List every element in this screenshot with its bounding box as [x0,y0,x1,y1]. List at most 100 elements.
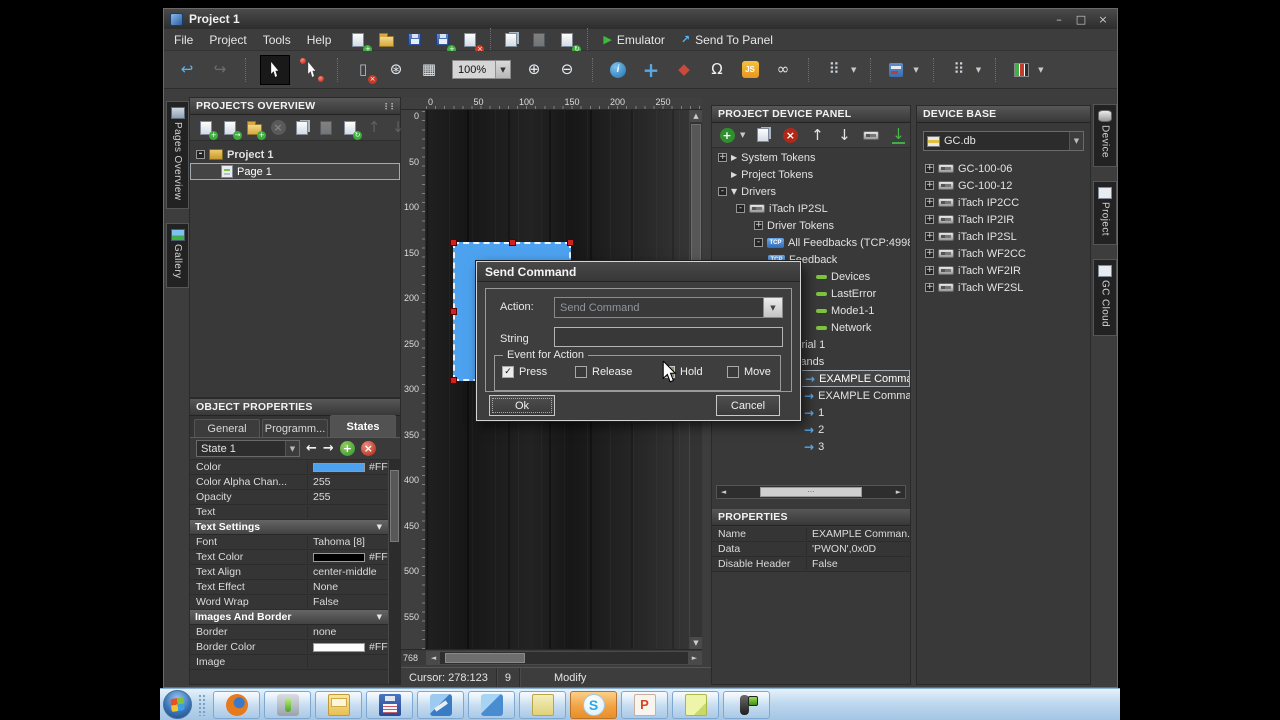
grid-scrollbar[interactable] [388,460,400,684]
grid-snap-icon[interactable]: ▦ [418,59,440,81]
tab-gallery[interactable]: Gallery [166,223,189,287]
taskbar-sticky-notes[interactable] [672,691,719,719]
tree-arrow-icon[interactable]: ▼ [731,187,737,196]
expander-icon[interactable]: - [718,187,727,196]
action-select[interactable]: Send Command ▼ [554,297,783,318]
chevron-down-icon[interactable]: ▼ [763,298,782,317]
section-header[interactable]: Images And Border▼ [190,610,388,625]
property-row[interactable]: Text Color#FF000000 [190,550,388,565]
add-folder-icon[interactable]: + [245,119,263,137]
select-tool-icon[interactable] [260,55,290,85]
tree-item[interactable]: +GC-100-06 [917,160,1090,177]
javascript-icon[interactable]: JS [739,59,761,81]
scrollbar-thumb[interactable] [390,470,399,542]
string-input[interactable] [554,327,783,347]
taskbar-floppy[interactable] [366,691,413,719]
tree-item[interactable]: +▶System Tokens [712,149,910,166]
property-row[interactable]: Color#FFFF9E3E [190,460,388,475]
selection-handle[interactable] [509,239,516,246]
chevron-down-icon[interactable]: ▼ [851,66,856,74]
expander-icon[interactable]: + [925,181,934,190]
expander-icon[interactable]: + [718,153,727,162]
new-project-icon[interactable]: + [347,29,369,51]
send-to-panel-button[interactable]: ↗ Send To Panel [681,33,773,47]
chevron-down-icon[interactable]: ▼ [1069,132,1083,150]
expander-icon[interactable]: + [925,215,934,224]
tree-item[interactable]: +iTach WF2CC [917,245,1090,262]
maximize-button[interactable]: □ [1075,13,1087,26]
taskbar-media-device[interactable] [264,691,311,719]
tree-item[interactable]: +iTach WF2IR [917,262,1090,279]
tree-item[interactable]: →2 [712,421,910,438]
tab-device[interactable]: Device [1093,104,1117,167]
chevron-down-icon[interactable]: ▼ [913,66,918,74]
close-button[interactable]: × [1097,13,1109,26]
taskbar-grip[interactable] [198,694,207,716]
taskbar-skype[interactable] [570,691,617,719]
database-select[interactable]: GC.db ▼ [923,131,1084,151]
device-tree-scrollbar[interactable]: ◄ ⋯ ► [716,485,906,499]
menu-tools[interactable]: Tools [263,33,291,47]
panel-options-icon[interactable]: ⋮⋮ [382,102,394,111]
text-options-icon[interactable]: ⠿ [948,59,970,81]
checkbox-icon[interactable] [727,366,739,378]
start-button[interactable] [163,690,192,719]
close-project-icon[interactable]: × [459,29,481,51]
titlebar[interactable]: Project 1 –□× [164,9,1117,29]
duplicate-driver-icon[interactable] [754,126,772,144]
move-arrows-icon[interactable]: + [640,59,662,81]
state-select[interactable]: State 1 ▼ [196,440,300,457]
taskbar-explorer[interactable] [315,691,362,719]
property-row[interactable]: Color Alpha Chan...255 [190,475,388,490]
tree-item[interactable]: →3 [712,438,910,455]
save-all-icon[interactable]: + [431,29,453,51]
import-icon[interactable]: ↻ [556,29,578,51]
scrollbar-thumb[interactable] [445,653,525,663]
scrollbar-thumb[interactable] [691,124,701,284]
settings-gears-icon[interactable]: ⊛ [385,59,407,81]
ok-button[interactable]: Ok [489,395,555,416]
selection-handle[interactable] [450,308,457,315]
add-driver-icon[interactable]: + [718,126,736,144]
taskbar-camcorder[interactable] [723,691,770,719]
tree-item[interactable]: +iTach IP2IR [917,211,1090,228]
align-icon[interactable] [885,59,907,81]
insert-page-icon[interactable]: → [221,119,239,137]
scroll-right-icon[interactable]: ► [688,652,701,664]
add-state-button[interactable]: + [340,441,355,456]
tab-project[interactable]: Project [1093,181,1117,245]
chevron-down-icon[interactable]: ▼ [740,131,745,139]
taskbar-builder-app[interactable] [468,691,515,719]
tree-item[interactable]: -iTach IP2SL [712,200,910,217]
tree-item[interactable]: +GC-100-12 [917,177,1090,194]
device-icon[interactable] [862,126,880,144]
scrollbar-track[interactable]: ◄ ► [426,651,702,665]
scroll-up-icon[interactable]: ▲ [690,110,702,122]
tree-item[interactable]: +Driver Tokens [712,217,910,234]
zoom-out-icon[interactable]: ⊖ [556,59,578,81]
chevron-down-icon[interactable]: ▼ [285,441,299,456]
scroll-down-icon[interactable]: ▼ [690,637,702,649]
emulator-button[interactable]: ▶ Emulator [603,33,665,47]
property-row[interactable]: Word WrapFalse [190,595,388,610]
minimize-button[interactable]: – [1053,13,1065,26]
zoom-in-icon[interactable]: ⊕ [523,59,545,81]
delete-driver-icon[interactable]: × [781,126,799,144]
property-row[interactable]: Image [190,655,388,670]
tab-programming[interactable]: Programm... [262,419,328,437]
next-state-button[interactable]: → [323,442,334,455]
selection-handle[interactable] [450,377,457,384]
token-omega-icon[interactable]: Ω [706,59,728,81]
property-row[interactable]: FontTahoma [8] [190,535,388,550]
checkbox-move[interactable]: Move [727,366,771,378]
selection-handle[interactable] [450,239,457,246]
open-project-icon[interactable] [375,29,397,51]
checkbox-icon[interactable] [575,366,587,378]
property-row[interactable]: Text Aligncenter-middle [190,565,388,580]
tree-item[interactable]: ▶Project Tokens [712,166,910,183]
multi-select-tool-icon[interactable] [301,59,323,81]
tab-states[interactable]: States [330,415,396,437]
checkbox-icon[interactable]: ✓ [502,366,514,378]
chevron-down-icon[interactable]: ▼ [976,66,981,74]
menu-file[interactable]: File [174,33,193,47]
